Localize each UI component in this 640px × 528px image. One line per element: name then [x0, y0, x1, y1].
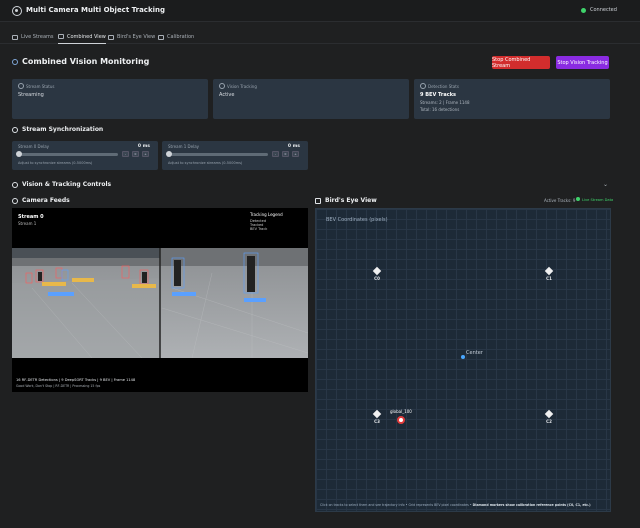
slider-handle[interactable]: [16, 151, 22, 157]
sync-label: Stream 1 Delay: [168, 144, 200, 149]
slider-handle[interactable]: [166, 151, 172, 157]
sync-help: Adjust to synchronize streams (0-5000ms): [18, 161, 93, 165]
tab-label: Calibration: [167, 34, 195, 40]
tab-label: Live Streams: [21, 34, 54, 40]
tab-birds-eye-view[interactable]: Bird's Eye View: [108, 30, 155, 44]
bev-map[interactable]: BEV Coordinates (pixels): [315, 208, 611, 512]
birds-eye-heading: Bird's Eye View: [315, 197, 377, 204]
video-icon: [12, 197, 18, 204]
stat-label: Vision Tracking: [219, 83, 257, 89]
stat-label: Stream Status: [18, 83, 55, 89]
step-down-button[interactable]: -: [122, 151, 129, 157]
connection-status-icon: [581, 8, 586, 13]
page-title-text: Combined Vision Monitoring: [22, 57, 150, 66]
sync-label: Stream 0 Delay: [18, 144, 50, 149]
detection-stats-card: Detection Stats 9 BEV Tracks Streams: 2 …: [414, 79, 610, 119]
center-label: Center: [466, 350, 483, 356]
camera-feeds-heading: Camera Feeds: [12, 197, 70, 204]
bev-coordinates-label: BEV Coordinates (pixels): [326, 217, 388, 223]
sync-help: Adjust to synchronize streams (0-5000ms): [168, 161, 243, 165]
camera-scene: [12, 248, 308, 358]
app-title: Multi Camera Multi Object Tracking: [26, 6, 165, 14]
stream-sync-heading: Stream Synchronization: [12, 126, 103, 133]
tab-calibration[interactable]: Calibration: [158, 30, 194, 44]
camera-marker-c3[interactable]: C3: [371, 409, 383, 424]
camera-icon: [12, 34, 18, 40]
diamond-icon: [372, 266, 382, 276]
track-marker[interactable]: [397, 416, 405, 424]
camera-marker-label: C3: [374, 419, 380, 424]
stat-value: 9 BEV Tracks: [420, 92, 457, 98]
controls-heading[interactable]: Vision & Tracking Controls: [12, 181, 111, 188]
map-icon: [108, 34, 114, 40]
stat-sub: Streams: 2 | Frame 1148: [420, 100, 470, 105]
stream-overlay-sub: Stream 1: [18, 221, 37, 226]
eye-icon: [12, 58, 18, 65]
top-bar: Multi Camera Multi Object Tracking Conne…: [0, 0, 640, 22]
step-down-button[interactable]: -: [272, 151, 279, 157]
track-label: global_100: [390, 409, 412, 414]
camera-marker-label: C1: [546, 276, 552, 281]
connection-status: Connected: [590, 7, 617, 13]
sync-value: 0 ms: [287, 144, 300, 149]
camera-marker-label: C0: [374, 276, 380, 281]
tab-label: Combined View: [67, 33, 106, 40]
live-status-icon: [576, 197, 580, 201]
section-title: Camera Feeds: [22, 197, 70, 204]
chevron-down-icon[interactable]: ⌄: [603, 181, 608, 188]
camera-footer-stats: 16 RF-DETR Detections | 9 DeepSORT Track…: [16, 378, 136, 382]
stream-overlay-title: Stream 0: [18, 214, 44, 220]
tab-label: Bird's Eye View: [117, 34, 156, 40]
page-title: Combined Vision Monitoring: [12, 57, 149, 66]
stop-combined-stream-button[interactable]: Stop Combined Stream: [492, 56, 550, 69]
vision-tracking-card: Vision Tracking Active: [213, 79, 409, 119]
step-up-button[interactable]: +: [142, 151, 149, 157]
bev-footer-bold: Diamond markers show calibration referen…: [472, 503, 591, 507]
legend-title: Tracking Legend: [250, 212, 283, 217]
map-icon: [315, 197, 321, 204]
stat-value: Active: [219, 92, 235, 98]
camera-marker-label: C2: [546, 419, 552, 424]
stream-0-delay-card: Stream 0 Delay 0 ms - 0 + Adjust to sync…: [12, 141, 158, 170]
active-tracks-count: Active Tracks: 9: [544, 198, 576, 203]
live-status-text: Live Stream Data: [582, 198, 614, 202]
tab-combined-view[interactable]: Combined View: [58, 30, 106, 44]
stream-0-delay-slider[interactable]: [16, 151, 118, 157]
crosshair-icon: [158, 34, 164, 40]
bev-footer-text: Click on tracks to select them and see t…: [320, 503, 472, 507]
stop-vision-tracking-button[interactable]: Stop Vision Tracking: [556, 56, 609, 69]
step-reset-button[interactable]: 0: [132, 151, 139, 157]
section-title: Stream Synchronization: [22, 126, 104, 133]
section-title: Vision & Tracking Controls: [22, 181, 112, 188]
tab-live-streams[interactable]: Live Streams: [12, 30, 54, 44]
camera-marker-c0[interactable]: C0: [371, 266, 383, 281]
bev-footer: Click on tracks to select them and see t…: [320, 503, 591, 507]
sync-value: 0 ms: [137, 144, 150, 149]
settings-icon: [12, 181, 18, 188]
legend-item: BEV Track: [250, 227, 268, 231]
stream-1-delay-card: Stream 1 Delay 0 ms - 0 + Adjust to sync…: [162, 141, 308, 170]
diamond-icon: [372, 409, 382, 419]
diamond-icon: [544, 409, 554, 419]
stream-1-delay-slider[interactable]: [166, 151, 268, 157]
stat-value: Streaming: [18, 92, 44, 98]
step-reset-button[interactable]: 0: [282, 151, 289, 157]
app-logo-icon: [12, 6, 22, 16]
sync-icon: [12, 126, 18, 133]
bev-grid: [316, 209, 610, 511]
stat-label: Detection Stats: [420, 83, 459, 89]
camera-marker-c2[interactable]: C2: [543, 409, 555, 424]
center-marker: [461, 355, 465, 359]
grid-icon: [58, 34, 64, 39]
camera-marker-c1[interactable]: C1: [543, 266, 555, 281]
camera-feed[interactable]: Stream 0 Stream 1 Tracking Legend Detect…: [12, 208, 308, 392]
tab-bar: Live Streams Combined View Bird's Eye Vi…: [0, 28, 640, 44]
tracking-legend: Tracking Legend Detected Tracked BEV Tra…: [250, 212, 306, 234]
diamond-icon: [544, 266, 554, 276]
step-up-button[interactable]: +: [292, 151, 299, 157]
camera-footer-info: Good Work, Don't Stop | RF-DETR | Proces…: [16, 384, 101, 388]
stat-sub: Total: 16 detections: [420, 107, 460, 112]
stream-status-card: Stream Status Streaming: [12, 79, 208, 119]
section-title: Bird's Eye View: [325, 197, 377, 204]
